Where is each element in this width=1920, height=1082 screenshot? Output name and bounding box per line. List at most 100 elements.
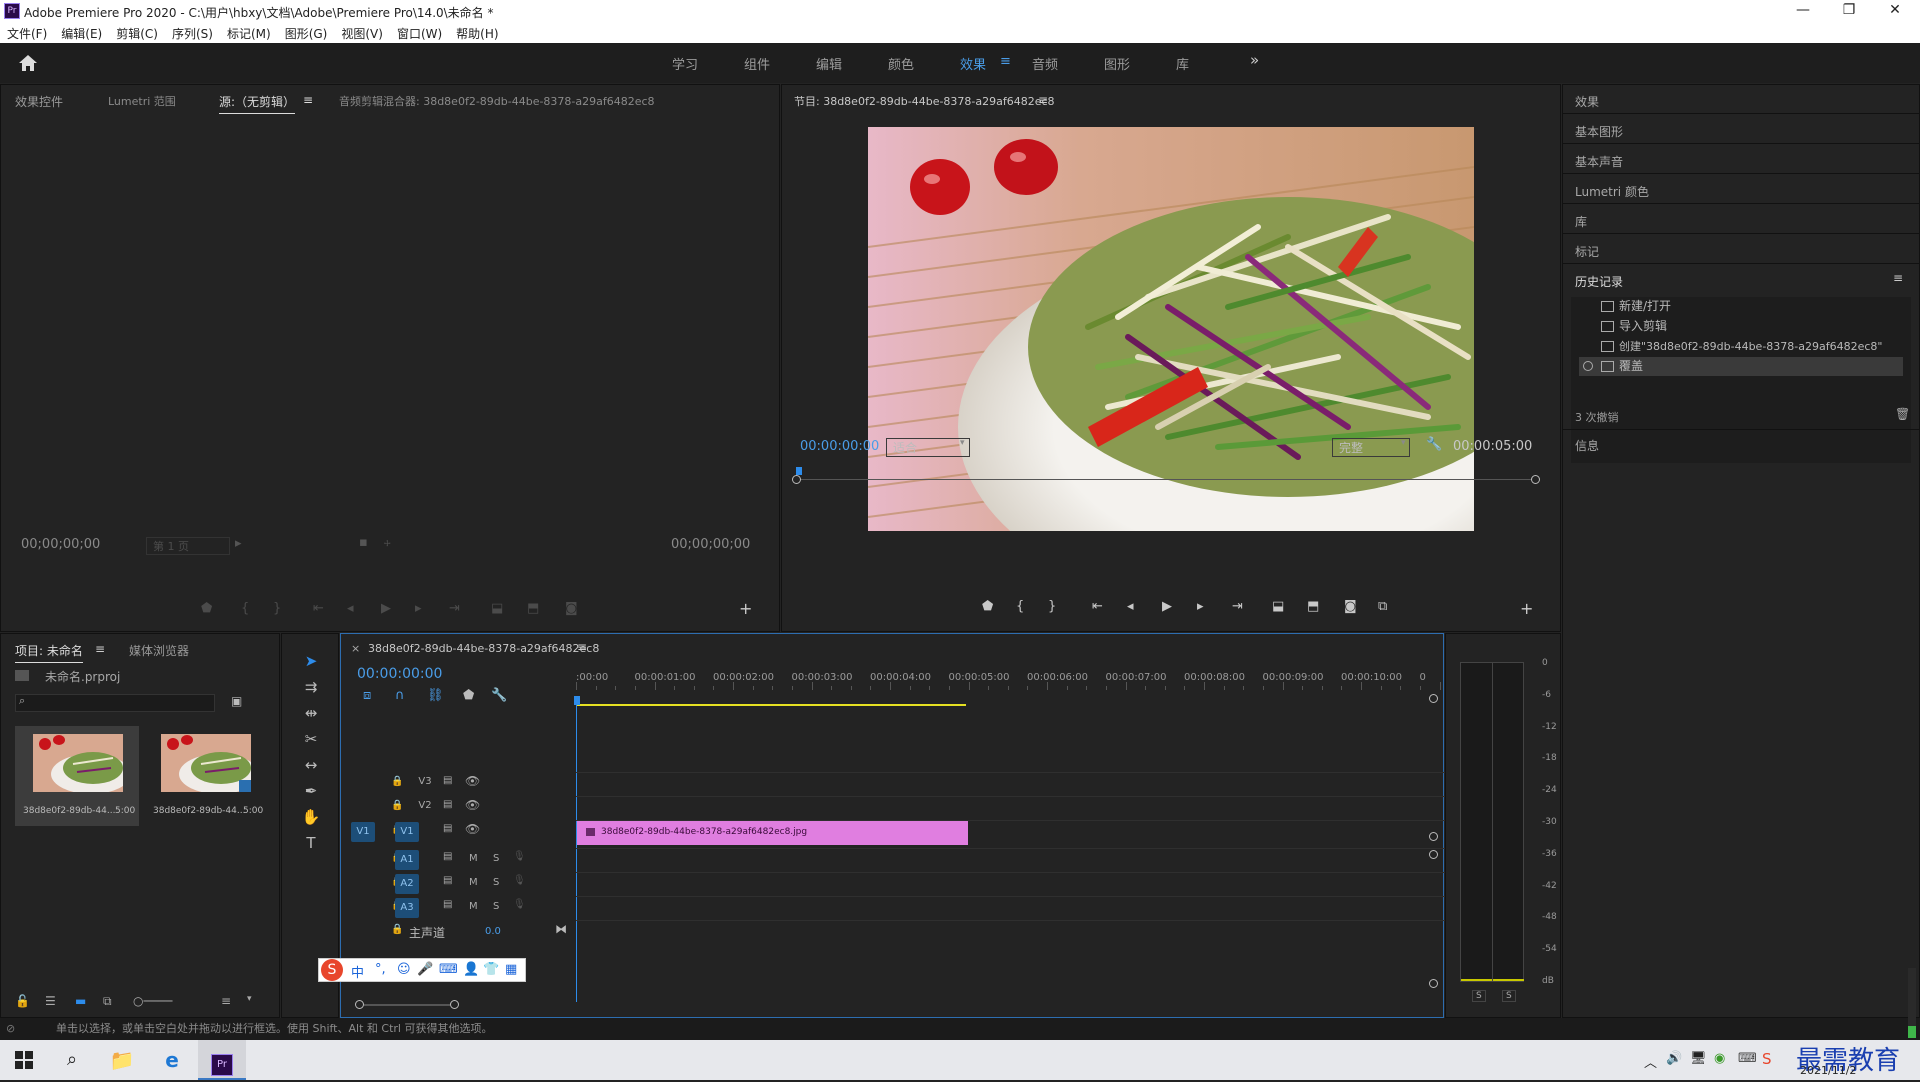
tab-project[interactable]: 项目: 未命名 bbox=[15, 642, 83, 663]
ime-user-icon[interactable]: 👤 bbox=[463, 962, 479, 977]
ime-toolbox-icon[interactable]: ▦ bbox=[505, 962, 517, 977]
add-button-icon[interactable]: + bbox=[739, 599, 752, 618]
history-item-selected[interactable]: 覆盖 bbox=[1579, 357, 1903, 376]
workspace-editing[interactable]: 编辑 bbox=[816, 54, 842, 73]
mute-button[interactable]: M bbox=[469, 853, 478, 864]
source-timecode-in[interactable]: 00;00;00;00 bbox=[21, 537, 100, 552]
snap-icon[interactable]: ∩ bbox=[395, 688, 405, 703]
project-item[interactable]: 38d8e0f2-89db-44... 5:00 bbox=[15, 726, 139, 826]
close-sequence-icon[interactable]: × bbox=[351, 642, 360, 655]
go-to-in-icon[interactable]: ⇤ bbox=[313, 601, 324, 616]
tab-audio-clip-mixer[interactable]: 音频剪辑混合器: 38d8e0f2-89db-44be-8378-a29af64… bbox=[339, 93, 655, 109]
tab-effect-controls[interactable]: 效果控件 bbox=[15, 93, 63, 110]
menu-graphics[interactable]: 图形(G) bbox=[278, 22, 335, 42]
timeline-clip[interactable]: 38d8e0f2-89db-44be-8378-a29af6482ec8.jpg bbox=[577, 821, 968, 845]
nest-icon[interactable]: ⧈ bbox=[363, 688, 371, 703]
lock-icon[interactable]: 🔓 bbox=[15, 994, 30, 1008]
track-select-tool-icon[interactable]: ⇉ bbox=[300, 676, 322, 698]
list-view-icon[interactable]: ☰ bbox=[45, 994, 56, 1008]
history-item[interactable]: 新建/打开 bbox=[1579, 297, 1903, 316]
track-lane[interactable] bbox=[576, 796, 1489, 820]
menu-file[interactable]: 文件(F) bbox=[0, 22, 54, 42]
playhead-handle[interactable] bbox=[574, 696, 580, 705]
master-volume[interactable]: 0.0 bbox=[485, 926, 501, 937]
panel-effects[interactable]: 效果 bbox=[1575, 93, 1599, 110]
add-marker-icon[interactable]: ⬟ bbox=[982, 599, 993, 614]
add-marker-icon[interactable]: ⬟ bbox=[463, 688, 474, 703]
workspace-menu-icon[interactable]: ≡ bbox=[1000, 54, 1011, 69]
ime-punct-icon[interactable]: °, bbox=[375, 962, 386, 977]
windows-start-icon[interactable] bbox=[0, 1040, 48, 1080]
sync-lock-icon[interactable]: ▤ bbox=[443, 899, 452, 910]
compare-view-icon[interactable]: ⧉ bbox=[1378, 599, 1387, 614]
zoom-slider[interactable]: ○──── bbox=[133, 994, 172, 1008]
tray-app-icon[interactable]: ◉ bbox=[1714, 1051, 1725, 1066]
go-to-out-icon[interactable]: ⇥ bbox=[1232, 599, 1243, 614]
solo-button[interactable]: S bbox=[493, 853, 499, 864]
pen-tool-icon[interactable]: ✒ bbox=[300, 780, 322, 802]
timeline-timecode[interactable]: 00:00:00:00 bbox=[357, 666, 442, 682]
ime-mic-icon[interactable]: 🎤 bbox=[417, 962, 433, 977]
fit-select[interactable]: 适合 bbox=[886, 438, 970, 457]
track-target-a2[interactable]: A2 bbox=[395, 874, 419, 894]
menu-window[interactable]: 窗口(W) bbox=[390, 22, 449, 42]
program-timecode[interactable]: 00:00:00:00 bbox=[800, 439, 879, 454]
menu-clip[interactable]: 剪辑(C) bbox=[109, 22, 165, 42]
solo-button[interactable]: S bbox=[493, 901, 499, 912]
timeline-ruler[interactable]: :00:00 00:00:01:00 00:00:02:00 00:00:03:00 0… bbox=[576, 664, 1519, 694]
search-icon[interactable]: ⌕ bbox=[48, 1040, 96, 1080]
program-add-button-icon[interactable]: + bbox=[1520, 599, 1533, 618]
workspace-overflow-icon[interactable]: » bbox=[1250, 51, 1259, 69]
settings-icon[interactable]: ▪ bbox=[359, 535, 368, 550]
track-lock-icon[interactable]: 🔒 bbox=[391, 800, 403, 811]
work-area-bar[interactable] bbox=[576, 704, 966, 706]
hand-tool-icon[interactable]: ✋ bbox=[300, 806, 322, 828]
volume-icon[interactable]: 🔊 bbox=[1666, 1051, 1682, 1066]
sequence-tab[interactable]: 38d8e0f2-89db-44be-8378-a29af6482ec8 bbox=[368, 642, 599, 655]
track-target-a1[interactable]: A1 bbox=[395, 850, 419, 870]
restore-button[interactable]: ❐ bbox=[1826, 0, 1872, 22]
history-item[interactable]: 导入剪辑 bbox=[1579, 317, 1903, 336]
lift-icon[interactable]: ⬓ bbox=[1272, 599, 1284, 614]
trash-icon[interactable]: 🗑 bbox=[1895, 407, 1910, 421]
sync-lock-icon[interactable]: ▤ bbox=[443, 823, 452, 834]
play-icon[interactable]: ▶ bbox=[381, 601, 391, 616]
track-lane[interactable] bbox=[576, 896, 1489, 920]
tab-lumetri-scopes[interactable]: Lumetri 范围 bbox=[108, 93, 176, 109]
workspace-effects[interactable]: 效果 bbox=[960, 54, 986, 73]
track-label[interactable]: V3 bbox=[413, 776, 437, 787]
file-explorer-icon[interactable]: 📁 bbox=[98, 1040, 146, 1080]
track-lane[interactable] bbox=[576, 772, 1489, 796]
panel-info[interactable]: 信息 bbox=[1575, 437, 1599, 454]
side-scrollbar[interactable] bbox=[1908, 968, 1916, 1038]
edge-browser-icon[interactable]: e bbox=[148, 1040, 196, 1080]
home-icon[interactable] bbox=[18, 54, 38, 72]
panel-libraries[interactable]: 库 bbox=[1575, 213, 1587, 230]
sync-lock-icon[interactable]: ▤ bbox=[443, 851, 452, 862]
mute-button[interactable]: M bbox=[469, 877, 478, 888]
minimize-button[interactable]: — bbox=[1780, 0, 1826, 22]
mark-out-icon[interactable]: } bbox=[273, 601, 281, 616]
icon-view-icon[interactable]: ▬ bbox=[75, 994, 86, 1008]
new-bin-icon[interactable]: ▣ bbox=[231, 694, 242, 708]
step-back-icon[interactable]: ◂ bbox=[347, 601, 354, 616]
ripple-edit-tool-icon[interactable]: ⇹ bbox=[300, 702, 322, 724]
panel-lumetri-color[interactable]: Lumetri 颜色 bbox=[1575, 183, 1649, 200]
sync-lock-icon[interactable]: ▤ bbox=[443, 799, 452, 810]
insert-icon[interactable]: ⧾ bbox=[384, 535, 391, 550]
track-target-v1[interactable]: V1 bbox=[395, 822, 419, 842]
project-search-input[interactable] bbox=[15, 694, 215, 712]
selection-tool-icon[interactable]: ➤ bbox=[300, 650, 322, 672]
linked-selection-icon[interactable]: ⛓ bbox=[427, 688, 444, 703]
sync-lock-icon[interactable]: ▤ bbox=[443, 775, 452, 786]
insert-clip-icon[interactable]: ⬓ bbox=[491, 601, 503, 616]
ime-keyboard-icon[interactable]: ⌨ bbox=[439, 962, 458, 977]
panel-history-title[interactable]: 历史记录 bbox=[1575, 273, 1623, 290]
history-menu-icon[interactable]: ≡ bbox=[1893, 271, 1903, 285]
tab-media-browser[interactable]: 媒体浏览器 bbox=[129, 642, 189, 659]
marker-icon[interactable]: ⬟ bbox=[201, 601, 212, 616]
source-patch-v1[interactable]: V1 bbox=[351, 822, 375, 842]
mark-in-icon[interactable]: { bbox=[241, 601, 249, 616]
go-to-out-icon[interactable]: ⇥ bbox=[449, 601, 460, 616]
program-menu-icon[interactable]: ≡ bbox=[1038, 93, 1048, 107]
